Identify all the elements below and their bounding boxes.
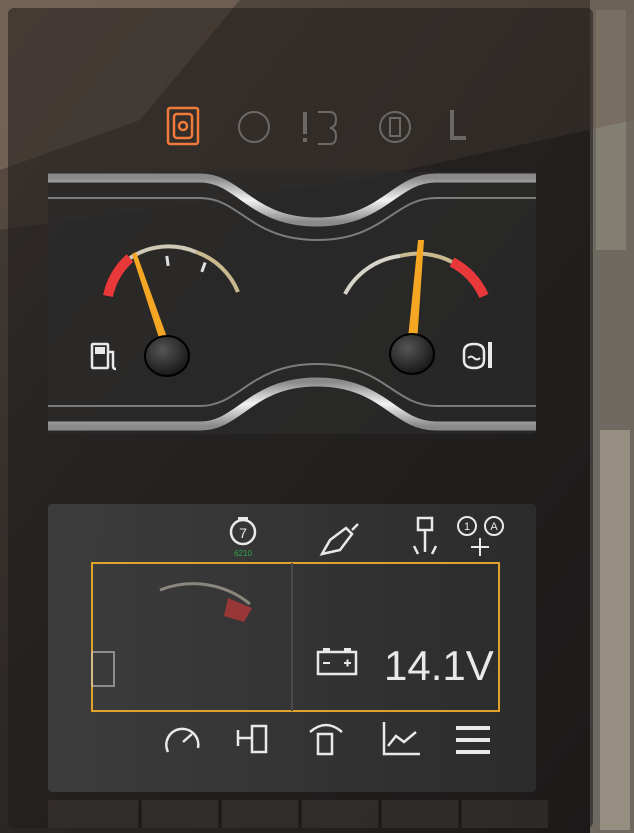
gauge-panel bbox=[48, 172, 536, 434]
battery-voltage: 14.1V bbox=[384, 642, 494, 689]
bezel-ridges bbox=[48, 800, 548, 828]
coolant-gauge-hub bbox=[389, 333, 435, 375]
pattern-label-2: A bbox=[490, 521, 498, 533]
pattern-label-1: 1 bbox=[464, 521, 470, 533]
fuel-gauge-hub bbox=[144, 335, 190, 377]
machine-display-photo: 7 6210 1 A 14.1V bbox=[0, 0, 634, 833]
engine-badge-caption: 6210 bbox=[234, 549, 252, 558]
lcd-screen: 7 6210 1 A 14.1V bbox=[48, 504, 536, 792]
engine-badge-value: 7 bbox=[239, 525, 247, 541]
